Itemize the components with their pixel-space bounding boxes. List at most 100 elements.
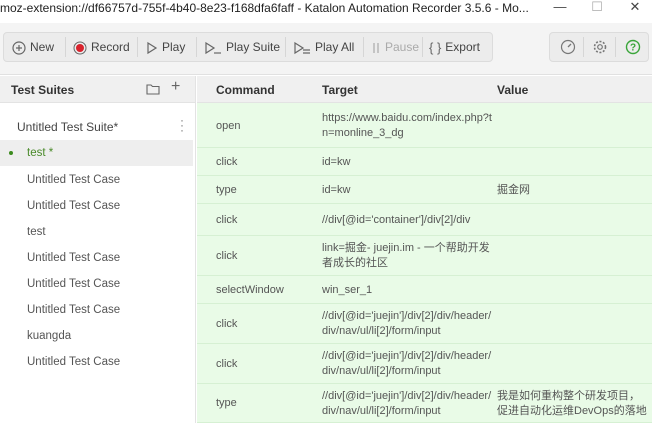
toolbar-divider <box>363 37 364 57</box>
test-case-label: Untitled Test Case <box>27 174 121 186</box>
target-cell: id=kw <box>322 156 351 168</box>
add-circle-icon <box>12 41 26 55</box>
minimize-button[interactable]: — <box>540 0 580 16</box>
pause-button[interactable]: Pause <box>371 33 419 61</box>
command-cell: type <box>216 397 237 409</box>
table-row[interactable]: selectWindow win_ser_1 <box>197 276 652 304</box>
target-cell: //div[@id='container']/div[2]/div <box>322 214 471 226</box>
test-case-label: Untitled Test Case <box>27 200 121 212</box>
record-button[interactable]: Record <box>73 33 130 61</box>
command-cell: click <box>216 214 238 226</box>
command-cell: open <box>216 120 241 132</box>
test-suites-panel: Test Suites + Untitled Test Suite* · · · t… <box>0 76 196 423</box>
column-header-value: Value <box>497 83 529 97</box>
title-bar: moz-extension://df66757d-755f-4b40-8e23-… <box>0 0 652 16</box>
test-case-label: Untitled Test Case <box>27 304 121 316</box>
pause-icon <box>373 42 379 53</box>
target-cell: id=kw <box>322 184 351 196</box>
braces-icon: { } <box>429 39 442 55</box>
toolbar-divider <box>65 37 66 57</box>
speed-gauge-icon[interactable] <box>560 39 576 55</box>
play-suite-button[interactable]: Play Suite <box>204 33 280 61</box>
table-row[interactable]: click link=掘金- juejin.im - 一个帮助开发者成长的社区 <box>197 236 652 276</box>
command-cell: click <box>216 358 238 370</box>
table-row[interactable]: type //div[@id='juejin']/div[2]/div/heade… <box>197 384 652 423</box>
more-options-icon[interactable]: · · · <box>179 114 185 136</box>
play-button[interactable]: Play <box>146 33 185 61</box>
test-case-label: Untitled Test Case <box>27 252 121 264</box>
value-cell: 掘金网 <box>497 184 530 196</box>
test-case-item[interactable]: Untitled Test Case <box>0 193 195 219</box>
table-row[interactable]: type id=kw 掘金网 <box>197 176 652 204</box>
test-case-item[interactable]: Untitled Test Case <box>0 297 195 323</box>
help-icon[interactable]: ? <box>625 39 641 55</box>
command-cell: click <box>216 318 238 330</box>
table-row[interactable]: click //div[@id='juejin']/div[2]/div/head… <box>197 344 652 384</box>
test-case-label: Untitled Test Case <box>27 356 121 368</box>
command-cell: type <box>216 184 237 196</box>
play-all-button[interactable]: Play All <box>293 33 354 61</box>
table-row[interactable]: open https://www.baidu.com/index.php?tn=m… <box>197 104 652 148</box>
target-cell: //div[@id='juejin']/div[2]/div/header/di… <box>322 310 492 337</box>
new-button[interactable]: New <box>12 33 54 61</box>
column-header-target: Target <box>322 83 358 97</box>
test-case-item[interactable]: test * <box>0 140 193 166</box>
svg-text:?: ? <box>630 43 636 54</box>
test-case-label: test <box>27 226 46 238</box>
test-case-item[interactable]: Untitled Test Case <box>0 349 195 375</box>
command-cell: selectWindow <box>216 284 284 296</box>
play-all-label: Play All <box>315 40 355 54</box>
new-label: New <box>30 40 55 54</box>
command-table: Command Target Value open https://www.bai… <box>197 76 652 423</box>
target-cell: link=掘金- juejin.im - 一个帮助开发者成长的社区 <box>322 242 490 269</box>
toolbar-divider <box>422 37 423 57</box>
command-cell: click <box>216 250 238 262</box>
test-case-item[interactable]: Untitled Test Case <box>0 271 195 297</box>
export-button[interactable]: { } Export <box>429 33 480 61</box>
test-case-item[interactable]: kuangda <box>0 323 195 349</box>
table-header: Command Target Value <box>197 76 652 103</box>
gear-icon[interactable] <box>592 39 608 55</box>
target-cell: win_ser_1 <box>322 284 373 296</box>
settings-group: ? <box>549 32 649 62</box>
test-suites-title: Test Suites <box>11 83 75 97</box>
play-all-icon <box>294 41 310 54</box>
play-icon <box>147 41 158 54</box>
main-actions-group: New Record Play Play Suite Play All Paus… <box>3 32 493 62</box>
target-cell: https://www.baidu.com/index.php?tn=monli… <box>322 112 492 139</box>
table-row[interactable]: click id=kw <box>197 148 652 176</box>
target-cell: //div[@id='juejin']/div[2]/div/header/di… <box>322 350 492 377</box>
export-label: Export <box>445 40 480 54</box>
active-case-dot-icon <box>9 151 13 155</box>
test-case-item[interactable]: Untitled Test Case <box>0 167 195 193</box>
record-icon <box>73 41 87 55</box>
window-title: moz-extension://df66757d-755f-4b40-8e23-… <box>0 1 529 15</box>
record-label: Record <box>91 40 130 54</box>
toolbar-divider <box>583 37 584 57</box>
add-suite-icon[interactable]: + <box>171 79 180 95</box>
target-cell: //div[@id='juejin']/div[2]/div/header/di… <box>322 390 492 417</box>
value-cell: 我是如何重构整个研发项目，促进自动化运维DevOps的落地 <box>497 390 647 417</box>
pause-label: Pause <box>385 40 420 54</box>
toolbar-divider <box>615 37 616 57</box>
test-case-label: kuangda <box>27 330 72 342</box>
toolbar-divider <box>285 37 286 57</box>
toolbar: New Record Play Play Suite Play All Paus… <box>0 23 652 75</box>
toolbar-divider <box>196 37 197 57</box>
maximize-button[interactable]: ☐ <box>577 0 617 16</box>
close-button[interactable]: ✕ <box>615 0 652 16</box>
test-case-label: Untitled Test Case <box>27 278 121 290</box>
test-case-item[interactable]: Untitled Test Case <box>0 245 195 271</box>
test-suites-header: Test Suites + <box>0 76 195 103</box>
play-label: Play <box>162 40 186 54</box>
column-header-command: Command <box>216 83 275 97</box>
test-case-item[interactable]: test <box>0 219 195 245</box>
toolbar-divider <box>137 37 138 57</box>
play-suite-label: Play Suite <box>226 40 281 54</box>
suite-name[interactable]: Untitled Test Suite* <box>17 120 118 134</box>
table-row[interactable]: click //div[@id='container']/div[2]/div <box>197 204 652 236</box>
test-case-label: test * <box>27 147 54 159</box>
command-cell: click <box>216 156 238 168</box>
folder-icon[interactable] <box>146 83 160 95</box>
table-row[interactable]: click //div[@id='juejin']/div[2]/div/head… <box>197 304 652 344</box>
